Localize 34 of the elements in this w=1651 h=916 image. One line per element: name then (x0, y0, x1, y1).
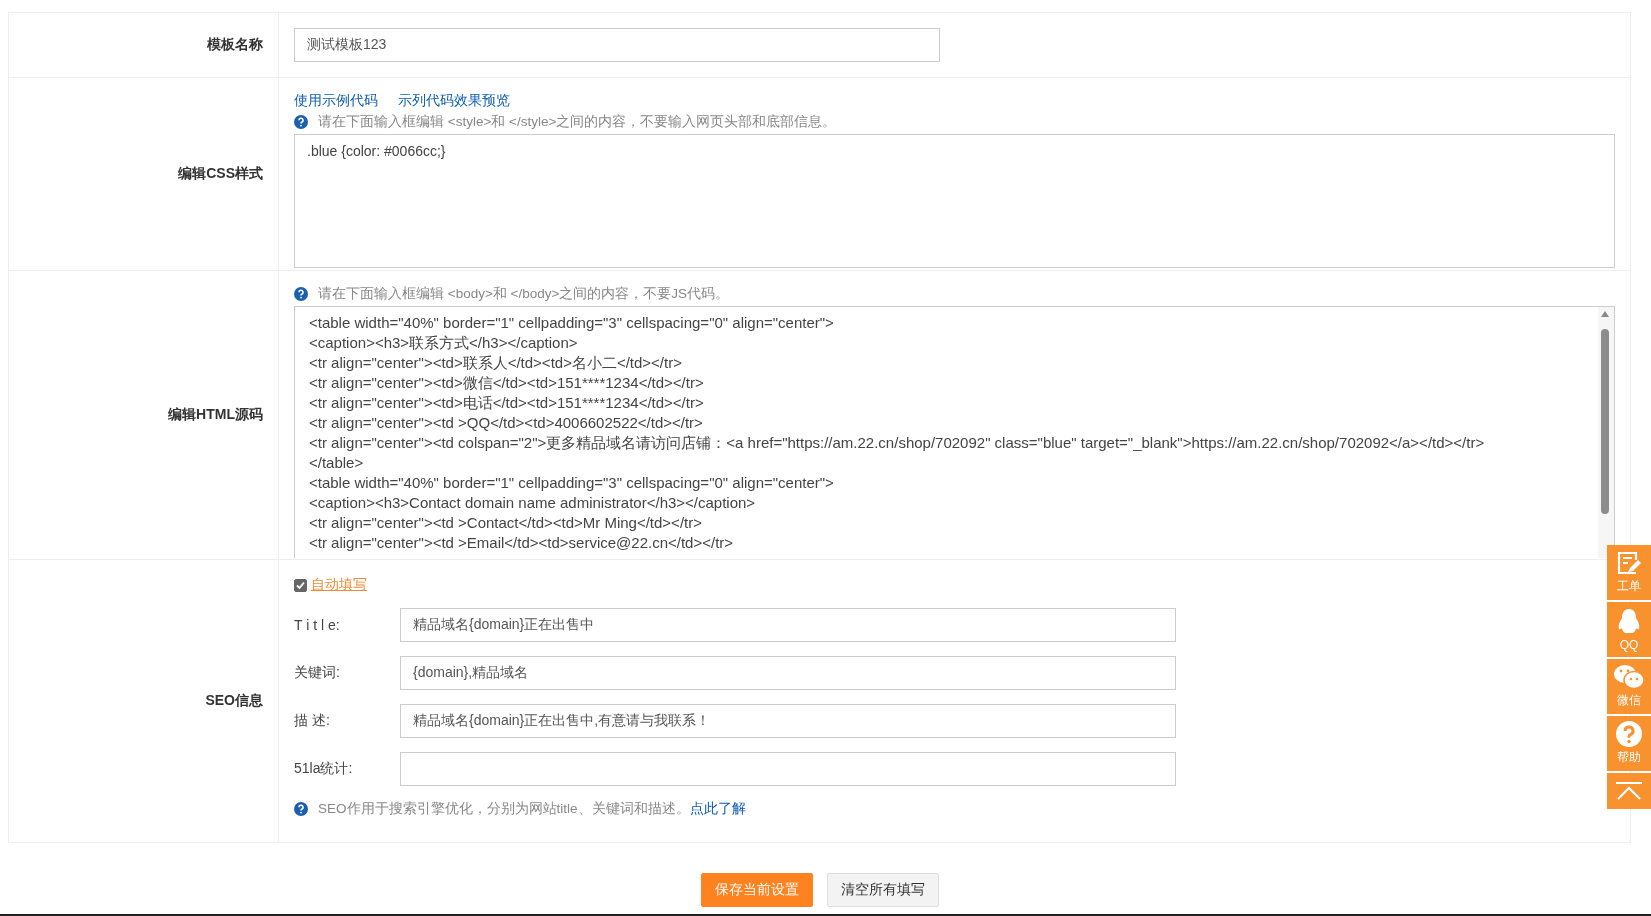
field-label: 关键词: (294, 664, 341, 682)
penguin-icon (1618, 607, 1640, 636)
html-editor[interactable]: <table width="40%" border="1" cellpadding="3" cellspacing="0" align="center"> <caption><h3>联系方式</h3></caption> <tr align="center"><td>联系人</td><td>名小二</td></tr> <tr align="center"><td>微信</td><td>151****1234</td></tr> <tr align="center"><td>电话</td><td>151****1234</td></tr> <tr align="center"><td >QQ</td><td>4006602522</td></tr> <tr align="center"><td colspan="2">更多精品域名请访问店铺：<a href="https://am.22.cn/shop/702092" class="blue" target="_blank">https://am.22.cn/shop/702092</a></td></tr> </table> <table width="40%" border="1" cellpadding="3" cellspacing="0" align="center"> <caption><h3>Contact domain name administrator</h3></caption> <tr align="center"><td >Contact</td><td>Mr Ming</td></tr> <tr align="center"><td >Email</td><td>service@22.cn</td></tr> (294, 306, 1615, 558)
help-icon (294, 287, 308, 301)
field-label: 模板名称 (207, 36, 263, 54)
field-label: 编辑HTML源码 (168, 406, 263, 424)
learn-more-link[interactable]: 点此了解 (689, 800, 746, 816)
code-link[interactable]: 示列代码效果预览 (398, 92, 510, 110)
checkbox[interactable] (294, 578, 307, 592)
css-editor[interactable]: .blue {color: #0066cc;} (294, 134, 1615, 268)
clear-button[interactable]: 清空所有填写 (826, 873, 939, 907)
help-icon (1616, 721, 1642, 747)
help-icon (294, 802, 308, 816)
field-label: 描 述: (294, 712, 331, 730)
scroll-up-arrow-icon[interactable] (1601, 311, 1609, 317)
chat-bubbles-icon (1613, 664, 1645, 690)
hint-text: 请在下面输入框编辑 <style>和 </style>之间的内容，不要输入网页头部和底部信息。 (318, 113, 837, 131)
seo-input[interactable] (400, 752, 1176, 786)
template-name-input[interactable]: 测试模板123 (294, 28, 940, 62)
help-icon (294, 115, 308, 129)
field-label: 51la统计: (294, 760, 354, 778)
hint-text: SEO作用于搜索引擎优化，分别为网站title、关键词和描述。点此了解 (318, 800, 746, 818)
seo-input[interactable]: {domain},精品域名 (400, 656, 1176, 690)
field-label: T i t l e: (294, 617, 341, 633)
code-link[interactable]: 使用示例代码 (294, 92, 378, 110)
back-to-top-icon (1615, 781, 1643, 801)
scrollbar[interactable] (1598, 307, 1614, 558)
form-edit-icon (1616, 550, 1642, 576)
seo-input[interactable]: 精品域名{domain}正在出售中,有意请与我联系！ (400, 704, 1176, 738)
seo-input[interactable]: 精品域名{domain}正在出售中 (400, 608, 1176, 642)
side-tool-button[interactable] (1607, 773, 1651, 809)
hint-text: 请在下面输入框编辑 <body>和 </body>之间的内容，不要JS代码。 (318, 285, 730, 303)
field-label: SEO信息 (205, 692, 263, 710)
field-label: 编辑CSS样式 (178, 165, 263, 183)
